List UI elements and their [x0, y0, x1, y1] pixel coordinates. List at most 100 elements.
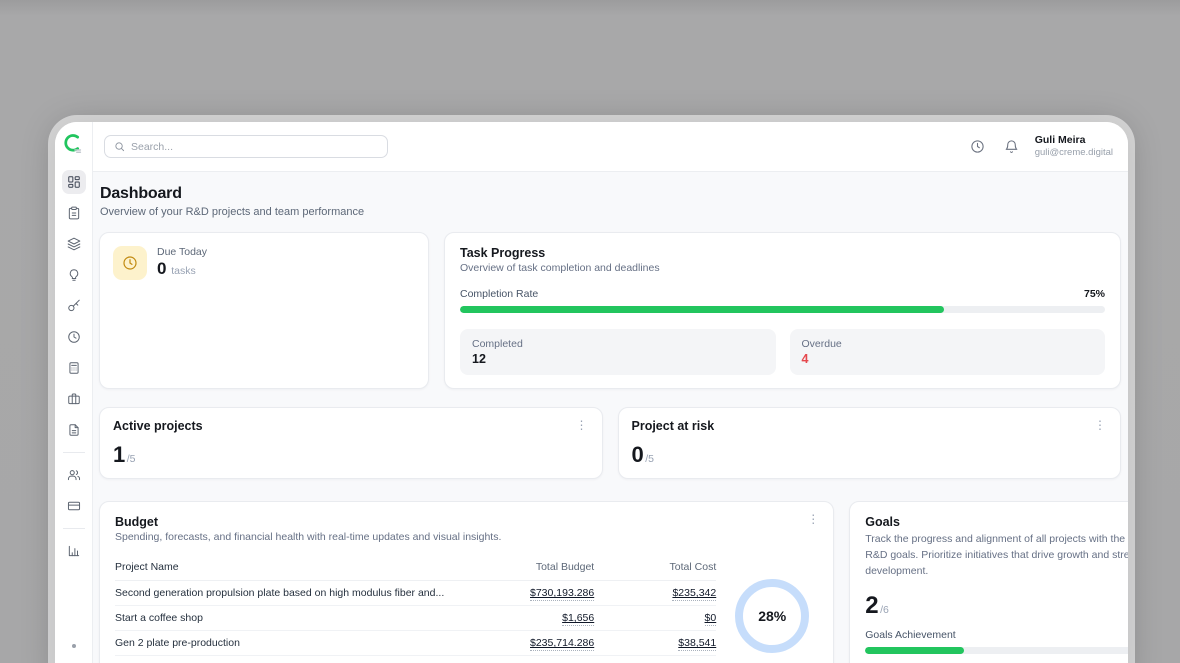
completion-rate-label: Completion Rate — [460, 288, 538, 300]
budget-donut-wrap: 28% — [726, 543, 818, 663]
goals-total: /6 — [880, 604, 889, 616]
goals-achievement-label: Goals Achievement — [865, 629, 955, 641]
budget-table-body: Second generation propulsion plate based… — [115, 581, 716, 663]
project-at-risk-value: 0 — [632, 442, 644, 468]
total-cost-value[interactable]: $0 — [705, 612, 717, 626]
task-progress-card: Task Progress Overview of task completio… — [444, 232, 1121, 389]
table-row: Second generation propulsion plate based… — [115, 581, 716, 606]
completion-progress-fill — [460, 306, 944, 313]
credit-card-icon — [67, 499, 81, 513]
budget-table-header: Project Name Total Budget Total Cost — [115, 556, 716, 581]
active-projects-card: ⋮ Active projects 1 /5 — [99, 407, 603, 479]
creme-logo — [63, 133, 85, 160]
sidebar-divider — [63, 452, 85, 453]
sidebar-item-time-tracking[interactable] — [62, 325, 86, 349]
users-icon — [67, 468, 81, 482]
goals-progress-fill — [865, 647, 963, 654]
table-row: Start a coffee shop $1,656 $0 — [115, 606, 716, 631]
active-projects-value: 1 — [113, 442, 125, 468]
total-cost-value[interactable]: $38,541 — [678, 637, 716, 651]
goals-description: Track the progress and alignment of all … — [865, 532, 1128, 579]
goals-value: 2 — [865, 592, 878, 620]
history-clock-icon[interactable] — [970, 139, 986, 155]
total-budget-value[interactable]: $235,714.286 — [530, 637, 594, 651]
overdue-stat: Overdue 4 — [790, 329, 1106, 375]
goals-progress-track — [865, 647, 1128, 654]
search-placeholder: Search... — [131, 141, 173, 153]
sidebar-divider — [63, 528, 85, 529]
sidebar: V1.0 — [55, 122, 93, 663]
briefcase-icon — [67, 392, 81, 406]
completed-label: Completed — [472, 338, 764, 350]
overdue-value: 4 — [802, 352, 1094, 366]
sidebar-item-team[interactable] — [62, 463, 86, 487]
due-today-card: Due Today 0 tasks — [99, 232, 429, 389]
project-at-risk-card: ⋮ Project at risk 0 /5 — [618, 407, 1122, 479]
sidebar-item-tasks[interactable] — [62, 201, 86, 225]
due-today-value: 0 tasks — [157, 259, 207, 279]
task-progress-subtitle: Overview of task completion and deadline… — [460, 262, 1105, 274]
bell-icon[interactable] — [1004, 139, 1020, 155]
status-dot — [72, 644, 76, 648]
dashboard-grid-icon — [67, 175, 81, 189]
project-at-risk-menu-icon[interactable]: ⋮ — [1091, 417, 1109, 433]
sidebar-item-ideas[interactable] — [62, 263, 86, 287]
due-clock-icon — [113, 246, 147, 280]
sidebar-item-access[interactable] — [62, 294, 86, 318]
total-budget-value[interactable]: $730,193.286 — [530, 587, 594, 601]
completion-progress-track — [460, 306, 1105, 313]
main-area: Search... Guli Meira guli@creme.digital … — [93, 122, 1128, 663]
sidebar-item-dashboard[interactable] — [62, 170, 86, 194]
due-today-label: Due Today — [157, 246, 207, 258]
table-row: Gen 2 plate pre-production $235,714.286 $3… — [115, 631, 716, 656]
topbar: Search... Guli Meira guli@creme.digital — [93, 122, 1128, 172]
search-input[interactable]: Search... — [104, 135, 388, 158]
total-budget-value[interactable]: $1,656 — [562, 612, 594, 626]
total-cost-value[interactable]: $235,342 — [672, 587, 716, 601]
sidebar-item-portfolio[interactable] — [62, 387, 86, 411]
goals-title: Goals — [865, 515, 1128, 529]
column-project-name: Project Name — [115, 561, 444, 573]
column-total-budget: Total Budget — [444, 561, 594, 573]
key-icon — [67, 299, 81, 313]
calculator-icon — [67, 361, 81, 375]
budget-donut-chart: 28% — [735, 579, 809, 653]
overdue-label: Overdue — [802, 338, 1094, 350]
lightbulb-icon — [67, 268, 81, 282]
file-icon — [67, 423, 81, 437]
active-projects-menu-icon[interactable]: ⋮ — [573, 417, 591, 433]
table-row: Creighton Beryllium mine project$0$0 — [115, 656, 716, 663]
sidebar-item-reports[interactable] — [62, 539, 86, 563]
user-name: Guli Meira — [1035, 134, 1113, 147]
sidebar-item-billing[interactable] — [62, 494, 86, 518]
project-name-cell: Start a coffee shop — [115, 612, 444, 624]
clipboard-icon — [67, 206, 81, 220]
page-header: Dashboard Overview of your R&D projects … — [100, 185, 1121, 218]
bar-chart-icon — [67, 544, 81, 558]
clock-icon — [67, 330, 81, 344]
budget-title: Budget — [115, 515, 818, 529]
project-name-cell: Second generation propulsion plate based… — [115, 587, 444, 599]
budget-table: Project Name Total Budget Total Cost Sec… — [115, 556, 716, 663]
page-subtitle: Overview of your R&D projects and team p… — [100, 206, 1121, 218]
completed-value: 12 — [472, 352, 764, 366]
sidebar-item-documents[interactable] — [62, 418, 86, 442]
sidebar-item-calculator[interactable] — [62, 356, 86, 380]
user-email: guli@creme.digital — [1035, 147, 1113, 159]
user-menu[interactable]: Guli Meira guli@creme.digital — [1035, 134, 1113, 159]
due-today-unit: tasks — [171, 265, 196, 277]
sidebar-item-projects[interactable] — [62, 232, 86, 256]
page-title: Dashboard — [100, 185, 1121, 203]
completion-rate-value: 75% — [1084, 288, 1105, 300]
project-at-risk-total: /5 — [645, 453, 654, 465]
task-progress-title: Task Progress — [460, 246, 1105, 260]
dashboard-content: Dashboard Overview of your R&D projects … — [93, 172, 1128, 663]
app-window: V1.0 Search... Guli Meira guli@creme.dig… — [55, 122, 1128, 663]
budget-menu-icon[interactable]: ⋮ — [804, 511, 822, 527]
completed-stat: Completed 12 — [460, 329, 776, 375]
search-icon — [114, 141, 125, 152]
goals-card: ⋮ Goals Track the progress and alignment… — [849, 501, 1128, 663]
budget-donut-value: 28% — [758, 608, 786, 624]
active-projects-total: /5 — [127, 453, 136, 465]
project-name-cell: Gen 2 plate pre-production — [115, 637, 444, 649]
